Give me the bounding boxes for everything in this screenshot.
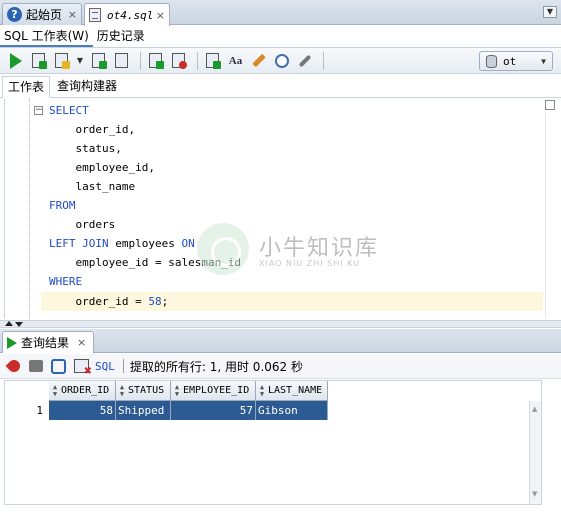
print-icon[interactable] <box>29 360 43 372</box>
toolbar-separator <box>197 51 198 70</box>
results-tab-strip: 查询结果 × <box>0 329 561 353</box>
code-line: order_id, <box>49 123 136 136</box>
watermark-subtext: XIAO NIU ZHI SHI KU <box>259 259 361 268</box>
sql-tuning-icon[interactable] <box>112 51 131 70</box>
editor-corner-checkbox[interactable] <box>545 100 555 110</box>
tab-query-results-label: 查询结果 <box>21 336 70 350</box>
sort-icon: ▲ ▼ <box>52 382 58 398</box>
refresh-icon[interactable] <box>51 358 66 374</box>
table-cell[interactable]: Shipped <box>116 401 171 420</box>
column-header-order-id[interactable]: ▲ ▼ ORDER_ID <box>49 381 116 401</box>
close-icon[interactable]: × <box>68 8 77 21</box>
history-icon[interactable] <box>272 51 291 70</box>
code-line: WHERE <box>49 275 83 288</box>
help-icon: ? <box>7 7 22 22</box>
watermark-logo-icon <box>197 223 249 275</box>
collapse-down-icon[interactable] <box>15 322 23 327</box>
toolbar-separator <box>122 359 124 373</box>
tab-ot4-sql[interactable]: ot4.sql × <box>84 3 170 26</box>
run-icon <box>7 336 17 349</box>
toolbar-separator <box>140 51 141 70</box>
editor-scrollbar[interactable] <box>545 113 546 318</box>
code-line: status, <box>49 142 122 155</box>
editor-results-splitter[interactable] <box>0 320 561 328</box>
results-grid[interactable]: ▲ ▼ ORDER_ID ▲ ▼ STATUS ▲ ▼ EMPLOYEE_ID ▲ ▼ LAST… <box>4 380 542 505</box>
tab-ot4-sql-label: ot4.sql <box>107 8 154 22</box>
table-cell[interactable]: Gibson <box>256 401 328 420</box>
code-line: FROM <box>49 199 76 212</box>
close-icon[interactable]: × <box>156 9 165 22</box>
commit-icon[interactable] <box>146 51 165 70</box>
sort-icon: ▲ ▼ <box>119 382 125 398</box>
scroll-up-icon[interactable]: ▲ <box>532 405 537 413</box>
table-cell[interactable]: 58 <box>49 401 116 420</box>
clear-icon[interactable] <box>249 51 268 70</box>
editor-gutter <box>29 99 30 319</box>
tab-sql-worksheet[interactable]: SQL 工作表(W) <box>0 26 93 47</box>
sql-file-icon <box>89 8 101 22</box>
code-line: orders <box>49 218 116 231</box>
rollback-icon[interactable] <box>169 51 188 70</box>
chevron-down-icon[interactable]: ▼ <box>75 51 85 70</box>
tab-history[interactable]: 历史记录 <box>93 26 149 47</box>
table-cell[interactable]: 57 <box>171 401 256 420</box>
document-tab-strip: ? 起始页 × ot4.sql × ▼ <box>0 0 561 26</box>
fold-toggle-icon[interactable]: − <box>34 106 43 115</box>
wrench-icon[interactable] <box>295 51 314 70</box>
connection-select[interactable]: ot ▼ <box>479 51 553 71</box>
database-icon <box>486 54 497 68</box>
fetch-status-text: 提取的所有行: 1, 用时 0.062 秒 <box>129 359 303 374</box>
tab-query-builder[interactable]: 查询构建器 <box>52 76 123 97</box>
editor-mode-tabs: 工作表 查询构建器 <box>0 76 561 98</box>
column-header-employee-id[interactable]: ▲ ▼ EMPLOYEE_ID <box>171 381 256 401</box>
sort-icon: ▲ ▼ <box>259 382 265 398</box>
code-line: last_name <box>49 180 136 193</box>
pin-icon[interactable] <box>5 357 23 375</box>
code-line: employee_id, <box>49 161 155 174</box>
tab-start-page-label: 起始页 <box>26 8 63 22</box>
sql-editor[interactable]: − SELECT order_id, status, employee_id, … <box>4 99 544 319</box>
to-upper-lower-icon[interactable]: Aa <box>226 51 245 70</box>
scroll-down-icon[interactable]: ▼ <box>532 490 537 498</box>
run-script-icon[interactable] <box>29 51 48 70</box>
unshared-sql-icon[interactable] <box>203 51 222 70</box>
tab-worksheet[interactable]: 工作表 <box>2 76 51 98</box>
panel-menu-button[interactable]: ▼ <box>543 6 557 18</box>
explain-plan-icon[interactable] <box>89 51 108 70</box>
run-statement-icon[interactable] <box>6 51 25 70</box>
chevron-down-icon: ▼ <box>541 56 546 66</box>
toolbar-separator <box>323 51 324 70</box>
tab-query-results[interactable]: 查询结果 × <box>2 331 94 353</box>
worksheet-subtabs: SQL 工作表(W) 历史记录 <box>0 26 561 47</box>
row-number[interactable]: 1 <box>5 401 49 420</box>
code-line: SELECT <box>49 104 89 117</box>
autotrace-icon[interactable] <box>52 51 71 70</box>
column-header-last-name[interactable]: ▲ ▼ LAST_NAME <box>256 381 328 401</box>
sql-button[interactable]: SQL <box>95 360 115 373</box>
grid-scrollbar[interactable]: ▲ ▼ <box>529 401 541 504</box>
code-line: LEFT JOIN employees ON <box>49 237 195 250</box>
close-icon[interactable]: × <box>77 336 86 349</box>
watermark: 小牛知识库 XIAO NIU ZHI SHI KU <box>197 220 397 280</box>
sort-icon: ▲ ▼ <box>174 382 180 398</box>
watermark-text: 小牛知识库 <box>259 236 380 261</box>
cancel-fetch-icon[interactable] <box>74 359 92 377</box>
collapse-up-icon[interactable] <box>5 321 13 326</box>
column-header-status[interactable]: ▲ ▼ STATUS <box>116 381 171 401</box>
results-toolbar: SQL 提取的所有行: 1, 用时 0.062 秒 <box>0 354 561 379</box>
code-line: order_id = 58; <box>49 295 169 308</box>
worksheet-toolbar: ▼ Aa ot ▼ <box>0 47 561 74</box>
tab-start-page[interactable]: ? 起始页 × <box>2 3 82 25</box>
connection-label: ot <box>503 54 517 68</box>
